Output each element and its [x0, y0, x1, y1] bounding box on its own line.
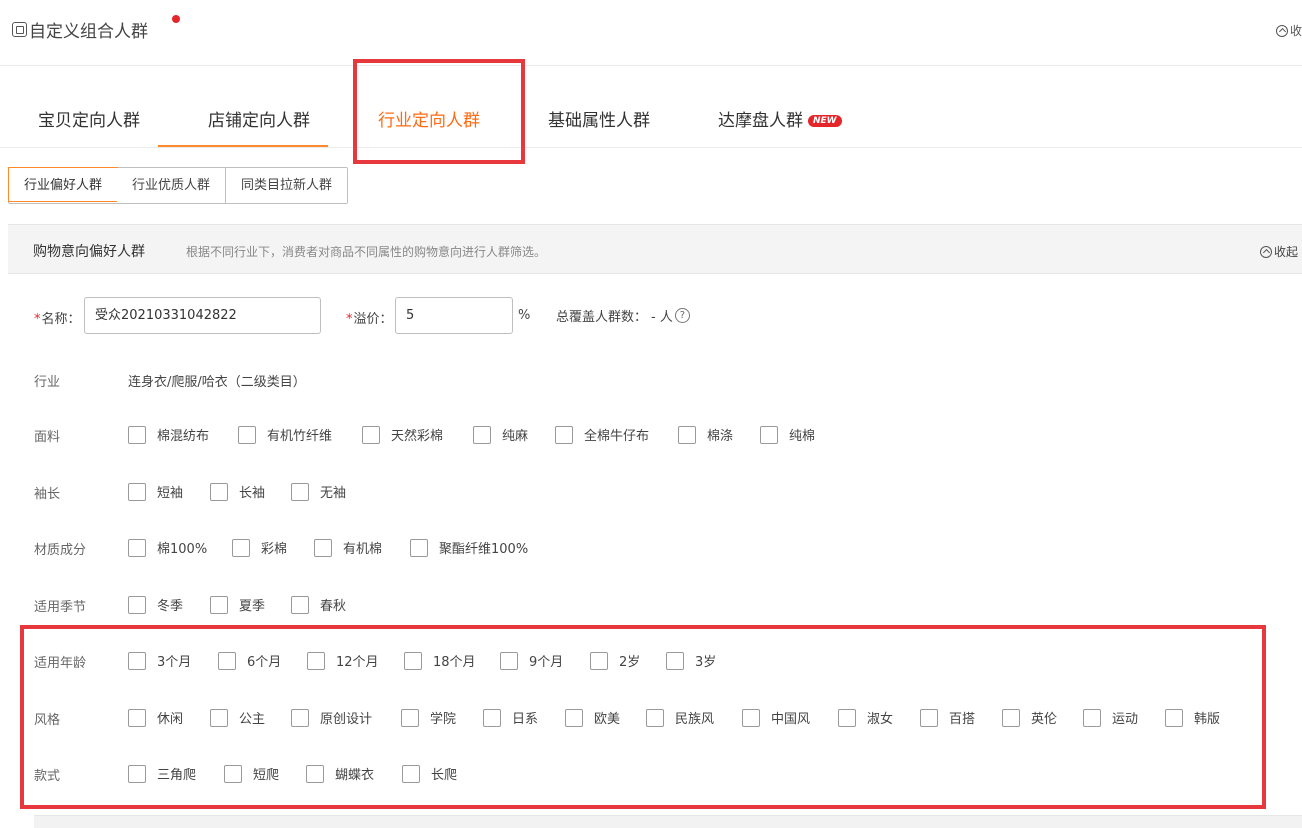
- premium-label: *溢价：: [346, 312, 393, 327]
- option-checkbox[interactable]: 彩棉: [232, 538, 287, 557]
- option-checkbox[interactable]: 有机棉: [314, 538, 382, 557]
- premium-unit: %: [518, 308, 531, 323]
- checkbox[interactable]: [314, 538, 332, 557]
- required-dot: [172, 15, 180, 23]
- tab-basic-attr-crowd[interactable]: 基础属性人群: [548, 106, 650, 131]
- option-checkbox[interactable]: 全棉牛仔布: [555, 425, 649, 444]
- checkbox[interactable]: [291, 482, 309, 501]
- tab-item-crowd[interactable]: 宝贝定向人群: [38, 106, 140, 131]
- checkbox[interactable]: [238, 425, 256, 444]
- highlight-box-tab: [353, 59, 525, 164]
- crowd-type-tabs: [0, 66, 1302, 148]
- bottom-strip: [34, 815, 1302, 828]
- highlight-box-rows: [20, 625, 1266, 809]
- checkbox[interactable]: [760, 425, 778, 444]
- chevron-up-icon: [1275, 24, 1288, 37]
- page-title-text: 自定义组合人群: [29, 22, 148, 42]
- option-checkbox[interactable]: 短袖: [128, 482, 183, 501]
- industry-label: 行业: [34, 375, 61, 390]
- checkbox[interactable]: [210, 595, 228, 614]
- name-label: *名称：: [34, 312, 81, 327]
- option-checkbox[interactable]: 棉混纺布: [128, 425, 209, 444]
- subtab-industry-quality[interactable]: 行业优质人群: [117, 168, 227, 203]
- top-bar: 自定义组合人群 收: [0, 0, 1302, 66]
- active-tab-underline: [158, 145, 328, 147]
- section-collapse-button[interactable]: 收起: [1259, 243, 1298, 260]
- subtab-same-category-new[interactable]: 同类目拉新人群: [226, 168, 348, 203]
- option-checkbox[interactable]: 棉涤: [678, 425, 733, 444]
- checkbox[interactable]: [232, 538, 250, 557]
- coverage-value: - 人: [651, 310, 673, 325]
- coverage-info: 总覆盖人群数： - 人 ?: [556, 306, 690, 325]
- row-label-fabric: 面料: [34, 430, 61, 445]
- name-input[interactable]: 受众20210331042822: [84, 297, 321, 334]
- option-checkbox[interactable]: 棉100%: [128, 538, 207, 557]
- checkbox[interactable]: [291, 595, 309, 614]
- option-checkbox[interactable]: 春秋: [291, 595, 346, 614]
- checkbox[interactable]: [128, 482, 146, 501]
- page-title: 自定义组合人群: [12, 17, 148, 42]
- chevron-up-icon: [1259, 245, 1272, 258]
- crowd-icon: [12, 22, 27, 37]
- checkbox[interactable]: [555, 425, 573, 444]
- section-title: 购物意向偏好人群: [33, 244, 145, 260]
- option-checkbox[interactable]: 无袖: [291, 482, 346, 501]
- row-label-season: 适用季节: [34, 600, 87, 615]
- new-badge: NEW: [808, 115, 842, 127]
- checkbox[interactable]: [210, 482, 228, 501]
- option-checkbox[interactable]: 有机竹纤维: [238, 425, 332, 444]
- coverage-label: 总覆盖人群数：: [556, 310, 648, 325]
- option-checkbox[interactable]: 聚酯纤维100%: [410, 538, 528, 557]
- subtab-industry-preference[interactable]: 行业偏好人群: [8, 167, 119, 202]
- tab-dmp-crowd[interactable]: 达摩盘人群 NEW: [718, 106, 842, 131]
- option-checkbox[interactable]: 纯棉: [760, 425, 815, 444]
- option-checkbox[interactable]: 冬季: [128, 595, 183, 614]
- option-checkbox[interactable]: 夏季: [210, 595, 265, 614]
- help-icon[interactable]: ?: [674, 308, 690, 323]
- row-label-material: 材质成分: [34, 543, 87, 558]
- subtab-group: 行业偏好人群 行业优质人群 同类目拉新人群: [8, 167, 349, 204]
- checkbox[interactable]: [128, 595, 146, 614]
- tab-dmp-label: 达摩盘人群: [718, 111, 803, 131]
- collapse-top-label: 收: [1289, 24, 1302, 38]
- option-checkbox[interactable]: 天然彩棉: [362, 425, 443, 444]
- checkbox[interactable]: [362, 425, 380, 444]
- section-header: 购物意向偏好人群 根据不同行业下，消费者对商品不同属性的购物意向进行人群筛选。 …: [8, 224, 1302, 274]
- option-checkbox[interactable]: 长袖: [210, 482, 265, 501]
- row-label-sleeve: 袖长: [34, 487, 61, 502]
- checkbox[interactable]: [678, 425, 696, 444]
- checkbox[interactable]: [410, 538, 428, 557]
- collapse-top-button[interactable]: 收: [1275, 22, 1302, 39]
- option-checkbox[interactable]: 纯麻: [473, 425, 528, 444]
- section-description: 根据不同行业下，消费者对商品不同属性的购物意向进行人群筛选。: [186, 245, 547, 259]
- premium-input[interactable]: 5: [395, 297, 513, 334]
- checkbox[interactable]: [128, 425, 146, 444]
- industry-value: 连身衣/爬服/哈衣（二级类目）: [128, 375, 306, 390]
- checkbox[interactable]: [128, 538, 146, 557]
- section-collapse-label: 收起: [1273, 245, 1298, 259]
- checkbox[interactable]: [473, 425, 491, 444]
- tab-shop-crowd[interactable]: 店铺定向人群: [208, 106, 310, 131]
